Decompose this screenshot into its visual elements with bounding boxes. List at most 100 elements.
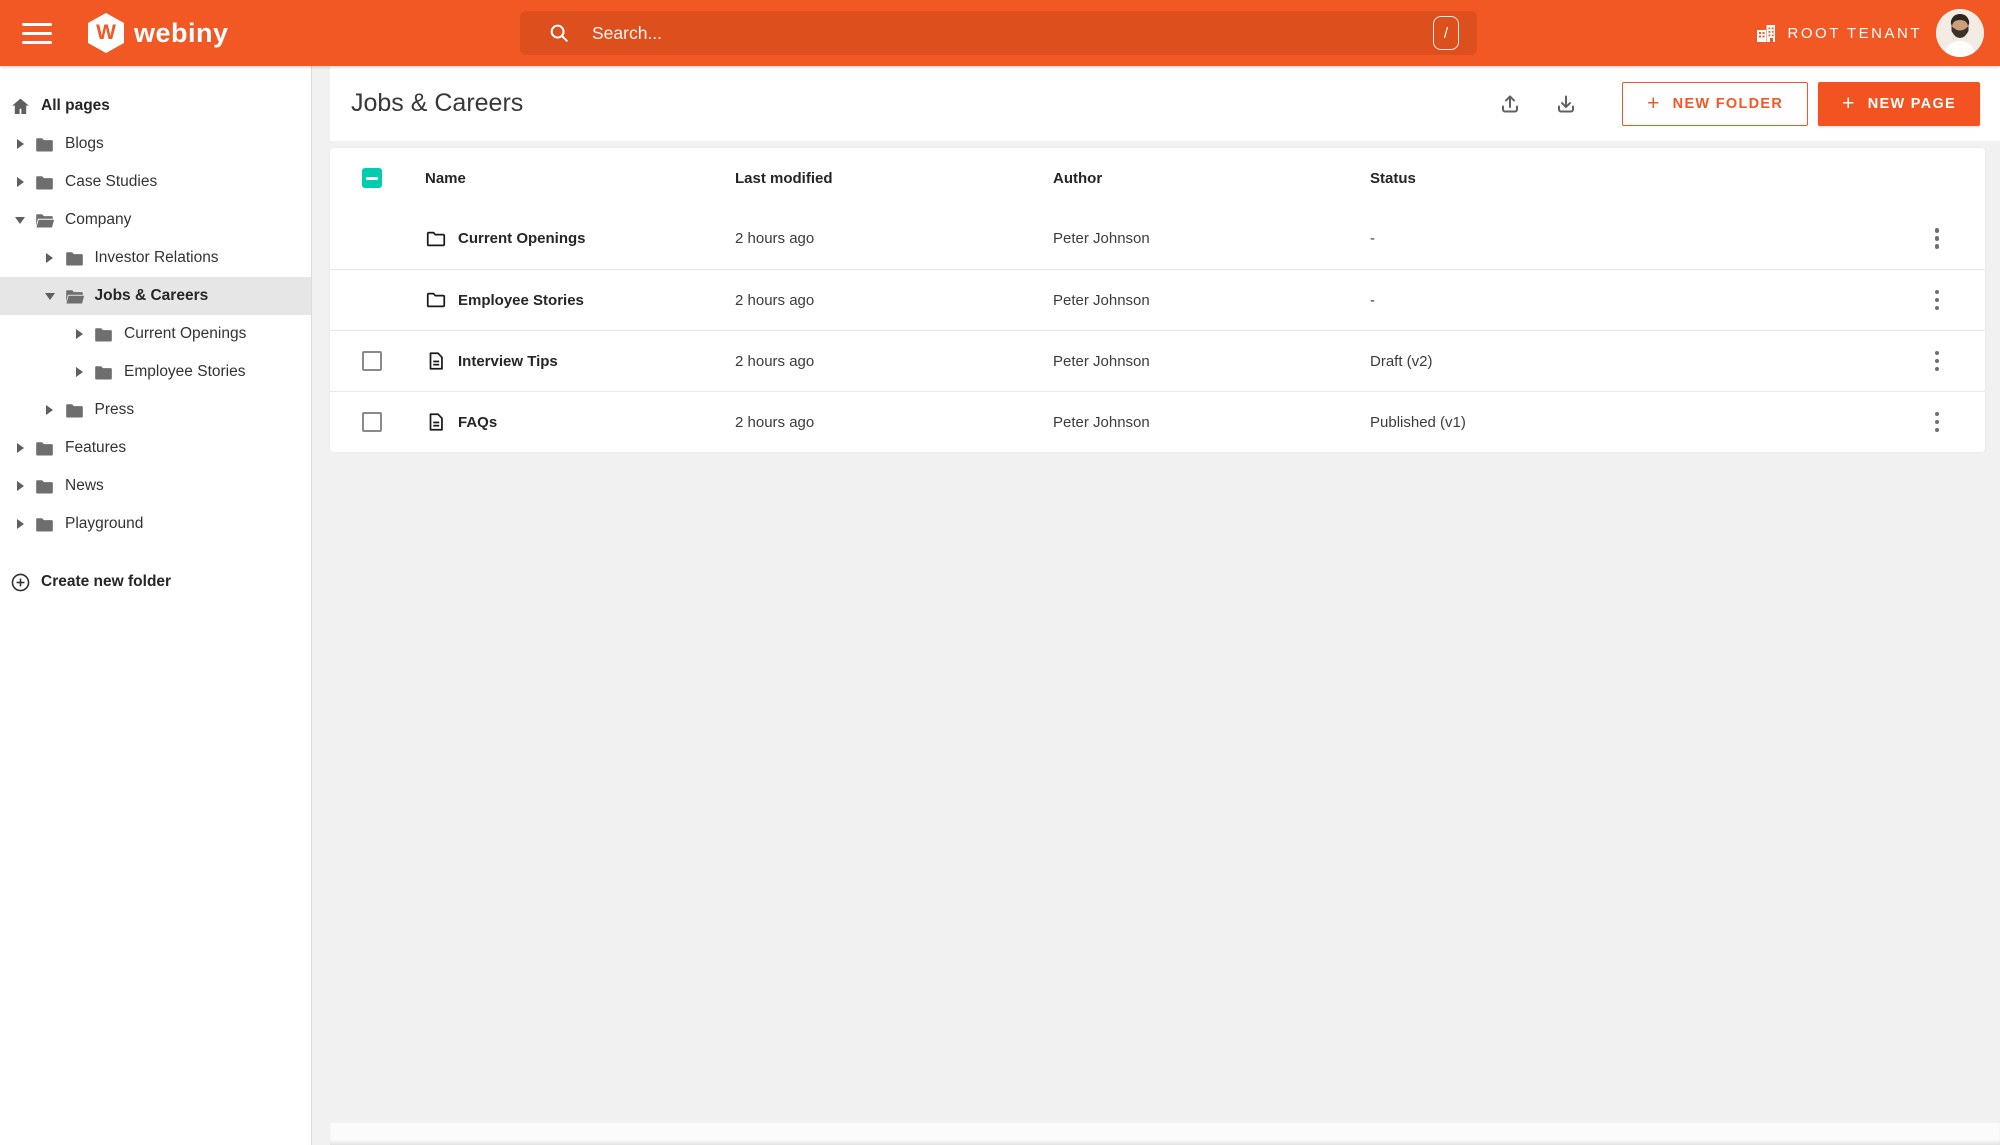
folder-icon xyxy=(36,441,53,455)
webiny-hexagon-icon: W xyxy=(88,13,124,53)
table-row[interactable]: Current Openings 2 hours ago Peter Johns… xyxy=(330,208,1985,269)
logo-letter: W xyxy=(96,21,116,44)
caret-icon[interactable] xyxy=(14,442,26,454)
column-header-last-modified[interactable]: Last modified xyxy=(735,170,1053,187)
slash-shortcut-key: / xyxy=(1433,16,1459,50)
folder-outline-icon xyxy=(426,292,446,308)
row-actions-menu-icon[interactable] xyxy=(1929,284,1946,317)
horizontal-scrollbar-track[interactable] xyxy=(330,1123,2000,1145)
table-row[interactable]: Employee Stories 2 hours ago Peter Johns… xyxy=(330,269,1985,330)
folder-tree-sidebar: All pages Blogs Case Studies Company Inv… xyxy=(0,66,312,1145)
status-cell: Draft (v2) xyxy=(1370,352,1433,370)
name-cell: Interview Tips xyxy=(425,350,735,372)
sidebar-folder-item[interactable]: Company xyxy=(0,201,311,239)
last-modified-cell: 2 hours ago xyxy=(735,291,815,309)
sidebar-folder-item[interactable]: Blogs xyxy=(0,125,311,163)
name-cell: FAQs xyxy=(425,411,735,433)
download-icon xyxy=(1558,95,1575,112)
last-modified-cell: 2 hours ago xyxy=(735,230,815,247)
sidebar-folder-item[interactable]: Features xyxy=(0,429,311,467)
caret-icon[interactable] xyxy=(14,480,26,492)
row-checkbox[interactable] xyxy=(362,351,382,371)
row-actions-menu-icon[interactable] xyxy=(1929,406,1946,439)
tenant-selector[interactable]: ROOT TENANT xyxy=(1754,21,1922,45)
caret-icon[interactable] xyxy=(14,214,26,226)
pages-table: Name Last modified Author Status Current… xyxy=(330,148,1985,452)
author-cell: Peter Johnson xyxy=(1053,413,1150,431)
status-cell: - xyxy=(1370,291,1375,309)
sidebar-item-label: Case Studies xyxy=(65,173,158,190)
topbar-right: ROOT TENANT xyxy=(1754,0,1984,66)
webiny-page-manager: W webiny / xyxy=(0,0,2000,1145)
caret-icon[interactable] xyxy=(44,290,56,302)
plus-icon: + xyxy=(1842,92,1856,115)
caret-icon[interactable] xyxy=(14,518,26,530)
plus-icon: + xyxy=(1647,92,1661,115)
hamburger-menu-icon[interactable] xyxy=(14,13,60,53)
caret-icon[interactable] xyxy=(44,404,56,416)
sidebar-item-label: Company xyxy=(65,211,132,228)
caret-icon[interactable] xyxy=(14,176,26,188)
sidebar-folder-item[interactable]: Current Openings xyxy=(0,315,311,353)
document-icon xyxy=(429,352,443,370)
building-icon xyxy=(1756,25,1775,42)
header-actions: + NEW FOLDER + NEW PAGE xyxy=(1490,81,1980,126)
user-avatar[interactable] xyxy=(1936,9,1984,57)
new-page-button[interactable]: + NEW PAGE xyxy=(1818,81,1980,126)
sidebar-folder-item[interactable]: Investor Relations xyxy=(0,239,311,277)
sidebar-item-all-pages[interactable]: All pages xyxy=(0,87,311,125)
entry-name: Interview Tips xyxy=(458,352,558,370)
column-header-name[interactable]: Name xyxy=(425,170,735,187)
folder-open-icon xyxy=(36,213,55,227)
sidebar-item-label: Features xyxy=(65,439,127,456)
caret-icon[interactable] xyxy=(73,328,85,340)
last-modified-cell: 2 hours ago xyxy=(735,352,815,370)
author-cell: Peter Johnson xyxy=(1053,352,1150,370)
create-folder-label: Create new folder xyxy=(41,573,172,590)
sidebar-folder-item[interactable]: Press xyxy=(0,391,311,429)
row-actions-menu-icon[interactable] xyxy=(1929,345,1946,378)
folder-icon xyxy=(36,175,53,189)
caret-icon[interactable] xyxy=(44,252,56,264)
circle-plus-icon xyxy=(11,573,30,591)
column-header-author[interactable]: Author xyxy=(1053,170,1370,187)
author-cell: Peter Johnson xyxy=(1053,230,1150,247)
search-input[interactable] xyxy=(592,22,1433,44)
sidebar-folder-item[interactable]: Playground xyxy=(0,505,311,543)
sidebar-item-label: Jobs & Careers xyxy=(94,287,209,304)
sidebar-item-label: Current Openings xyxy=(124,325,247,342)
folder-icon xyxy=(95,365,112,379)
sidebar-item-label: Employee Stories xyxy=(124,363,246,380)
search-icon xyxy=(550,24,568,42)
slash-char: / xyxy=(1443,24,1449,42)
content-header: Jobs & Careers + NEW FOLDER + NEW PAGE xyxy=(330,66,2000,141)
new-folder-button[interactable]: + NEW FOLDER xyxy=(1622,81,1809,126)
tenant-label: ROOT TENANT xyxy=(1787,24,1922,42)
select-all-checkbox[interactable] xyxy=(362,168,382,188)
upload-icon xyxy=(1502,94,1519,112)
search-bar[interactable]: / xyxy=(520,11,1477,55)
sidebar-folder-item[interactable]: Employee Stories xyxy=(0,353,311,391)
name-cell: Employee Stories xyxy=(425,289,735,311)
table-body: Current Openings 2 hours ago Peter Johns… xyxy=(330,208,1985,452)
import-upload-button[interactable] xyxy=(1490,84,1530,124)
sidebar-folder-item[interactable]: News xyxy=(0,467,311,505)
sidebar-item-label: News xyxy=(65,477,104,494)
sidebar-folder-item[interactable]: Case Studies xyxy=(0,163,311,201)
main-content: Jobs & Careers + NEW FOLDER + NEW PAGE N… xyxy=(312,66,2000,1145)
entry-name: FAQs xyxy=(458,413,498,431)
export-download-button[interactable] xyxy=(1546,84,1586,124)
row-actions-menu-icon[interactable] xyxy=(1929,222,1946,255)
caret-icon[interactable] xyxy=(14,138,26,150)
table-row[interactable]: Interview Tips 2 hours ago Peter Johnson… xyxy=(330,330,1985,391)
author-cell: Peter Johnson xyxy=(1053,291,1150,309)
logo-wordmark: webiny xyxy=(134,17,229,48)
webiny-logo[interactable]: W webiny xyxy=(88,13,229,53)
sidebar-folder-item[interactable]: Jobs & Careers xyxy=(0,277,311,315)
home-icon xyxy=(12,98,29,114)
caret-icon[interactable] xyxy=(73,366,85,378)
row-checkbox[interactable] xyxy=(362,412,382,432)
column-header-status[interactable]: Status xyxy=(1370,170,1890,187)
table-row[interactable]: FAQs 2 hours ago Peter Johnson Published… xyxy=(330,391,1985,452)
create-new-folder-button[interactable]: Create new folder xyxy=(0,563,311,601)
